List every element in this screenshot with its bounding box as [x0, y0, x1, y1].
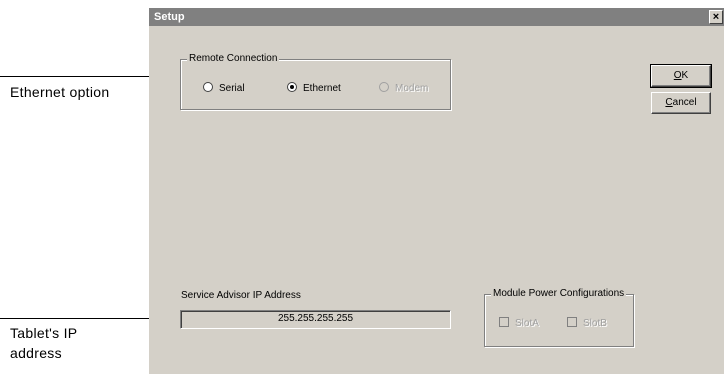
close-icon[interactable]: × [709, 10, 723, 24]
slotb-label: SlotB [583, 318, 607, 329]
remote-connection-group: Remote Connection Serial Ethernet Modem [180, 52, 451, 110]
module-power-group: Module Power Configurations SlotA SlotB [484, 287, 634, 347]
window-title: Setup [154, 11, 185, 23]
title-bar: Setup × [149, 8, 724, 26]
radio-ethernet-label: Ethernet [303, 83, 341, 94]
remote-connection-label: Remote Connection [187, 52, 280, 66]
checkbox-slota: SlotA [499, 317, 539, 331]
ok-button[interactable]: OK [650, 64, 712, 88]
cancel-label: ancel [672, 97, 697, 108]
radio-modem: Modem [379, 82, 428, 96]
ip-address-label: Service Advisor IP Address [181, 290, 301, 301]
ok-label: K [681, 70, 689, 81]
cancel-button[interactable]: Cancel [651, 92, 711, 114]
module-power-label: Module Power Configurations [491, 287, 627, 301]
ip-address-field[interactable]: 255.255.255.255 [180, 310, 451, 329]
slota-box [499, 317, 509, 327]
radio-ethernet-dot[interactable] [287, 82, 297, 92]
checkbox-slotb: SlotB [567, 317, 607, 331]
ok-mnemonic: O [673, 70, 682, 81]
radio-serial[interactable]: Serial [203, 82, 245, 96]
callout-ethernet-option: Ethernet option [10, 84, 110, 100]
setup-dialog: Setup × Remote Connection Serial Etherne… [149, 8, 724, 374]
radio-serial-dot[interactable] [203, 82, 213, 92]
radio-serial-label: Serial [219, 83, 245, 94]
radio-modem-label: Modem [395, 83, 429, 94]
radio-ethernet[interactable]: Ethernet [287, 82, 341, 96]
cancel-mnemonic: C [665, 97, 673, 108]
slotb-box [567, 317, 577, 327]
slota-label: SlotA [515, 318, 539, 329]
radio-modem-dot [379, 82, 389, 92]
callout-tablet-ip-address: Tablet's IP address [10, 325, 78, 361]
